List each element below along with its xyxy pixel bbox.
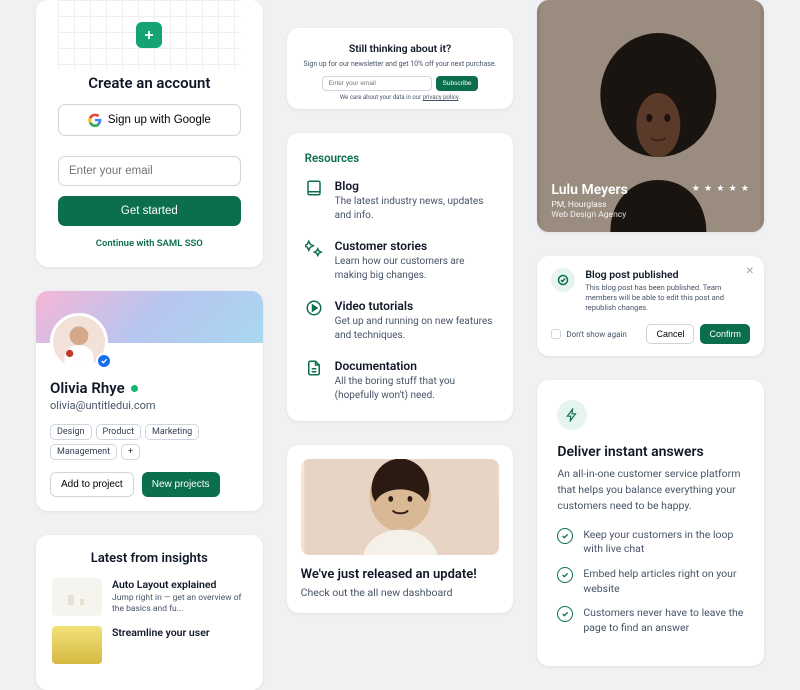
resource-video-tutorials[interactable]: Video tutorials Get up and running on ne… <box>305 299 496 343</box>
testimonial-role: PM, Hourglass <box>551 200 750 210</box>
subscribe-button[interactable]: Subscribe <box>436 76 479 91</box>
file-icon <box>305 359 323 377</box>
update-card: We've just released an update! Check out… <box>287 445 514 613</box>
get-started-button[interactable]: Get started <box>58 196 241 226</box>
newsletter-subtitle: Sign up for our newsletter and get 10% o… <box>301 60 500 68</box>
success-icon <box>551 268 575 292</box>
update-image <box>301 459 500 555</box>
resource-customer-stories[interactable]: Customer stories Learn how our customers… <box>305 239 496 283</box>
resource-blog[interactable]: Blog The latest industry news, updates a… <box>305 179 496 223</box>
new-projects-button[interactable]: New projects <box>142 472 220 497</box>
online-indicator-icon <box>131 385 138 392</box>
tag[interactable]: Design <box>50 424 92 440</box>
answers-desc: An all-in-one customer service platform … <box>557 466 744 513</box>
checkbox-icon <box>551 329 561 339</box>
update-title: We've just released an update! <box>301 567 500 582</box>
insight-item-desc: Jump right in — get an overview of the b… <box>112 593 247 615</box>
feature-item: Keep your customers in the loop with liv… <box>557 528 744 557</box>
close-icon[interactable]: ✕ <box>746 266 754 277</box>
book-icon <box>305 179 323 197</box>
list-item[interactable]: Streamline your user <box>52 626 247 664</box>
profile-name: Olivia Rhye <box>50 379 249 397</box>
profile-card: Olivia Rhye olivia@untitledui.com Design… <box>36 291 263 511</box>
play-icon <box>305 299 323 317</box>
tag[interactable]: Product <box>96 424 141 440</box>
signup-title: Create an account <box>58 74 241 92</box>
stars-icon <box>305 239 323 257</box>
resource-documentation[interactable]: Documentation All the boring stuff that … <box>305 359 496 403</box>
newsletter-note: We care about your data in our privacy p… <box>301 94 500 101</box>
modal-desc: This blog post has been published. Team … <box>585 283 750 312</box>
tag[interactable]: Management <box>50 444 117 460</box>
newsletter-email-input[interactable] <box>322 76 432 91</box>
google-signup-button[interactable]: Sign up with Google <box>58 104 241 136</box>
newsletter-card: Still thinking about it? Sign up for our… <box>287 28 514 109</box>
add-to-project-button[interactable]: Add to project <box>50 472 134 497</box>
newsletter-title: Still thinking about it? <box>301 42 500 55</box>
signup-card: Create an account Sign up with Google Ge… <box>36 0 263 267</box>
resources-heading: Resources <box>305 151 496 165</box>
tag-add[interactable]: + <box>121 444 140 460</box>
verified-badge-icon <box>96 353 112 369</box>
cancel-button[interactable]: Cancel <box>646 324 694 344</box>
rating-stars-icon: ★ ★ ★ ★ ★ <box>692 184 750 194</box>
feature-item: Embed help articles right on your websit… <box>557 567 744 596</box>
brand-grid <box>58 0 241 70</box>
profile-email: olivia@untitledui.com <box>50 399 249 412</box>
dont-show-checkbox[interactable]: Don't show again <box>551 329 626 339</box>
check-circle-icon <box>557 567 573 583</box>
insight-item-title: Auto Layout explained <box>112 578 247 591</box>
profile-tags: Design Product Marketing Management + <box>50 424 249 460</box>
answers-card: Deliver instant answers An all-in-one cu… <box>537 380 764 665</box>
email-input[interactable] <box>58 156 241 186</box>
confirm-button[interactable]: Confirm <box>700 324 750 344</box>
list-item[interactable]: Auto Layout explained Jump right in — ge… <box>52 578 247 616</box>
google-icon <box>88 113 102 127</box>
modal-title: Blog post published <box>585 268 750 281</box>
insights-card: Latest from insights Auto Layout explain… <box>36 535 263 690</box>
check-circle-icon <box>557 528 573 544</box>
resources-card: Resources Blog The latest industry news,… <box>287 133 514 421</box>
privacy-policy-link[interactable]: privacy policy <box>423 94 459 101</box>
insight-thumbnail <box>52 626 102 664</box>
insight-thumbnail <box>52 578 102 616</box>
tag[interactable]: Marketing <box>145 424 199 440</box>
insights-title: Latest from insights <box>52 551 247 566</box>
update-desc: Check out the all new dashboard <box>301 586 500 599</box>
feature-item: Customers never have to leave the page t… <box>557 606 744 635</box>
saml-link[interactable]: Continue with SAML SSO <box>58 238 241 249</box>
insight-item-title: Streamline your user <box>112 626 210 639</box>
answers-title: Deliver instant answers <box>557 444 744 460</box>
zap-icon <box>557 400 587 430</box>
confirmation-modal: ✕ Blog post published This blog post has… <box>537 256 764 356</box>
brand-icon <box>136 22 162 48</box>
testimonial-card: ★ ★ ★ ★ ★ Lulu Meyers PM, Hourglass Web … <box>537 0 764 232</box>
testimonial-company: Web Design Agency <box>551 210 750 220</box>
